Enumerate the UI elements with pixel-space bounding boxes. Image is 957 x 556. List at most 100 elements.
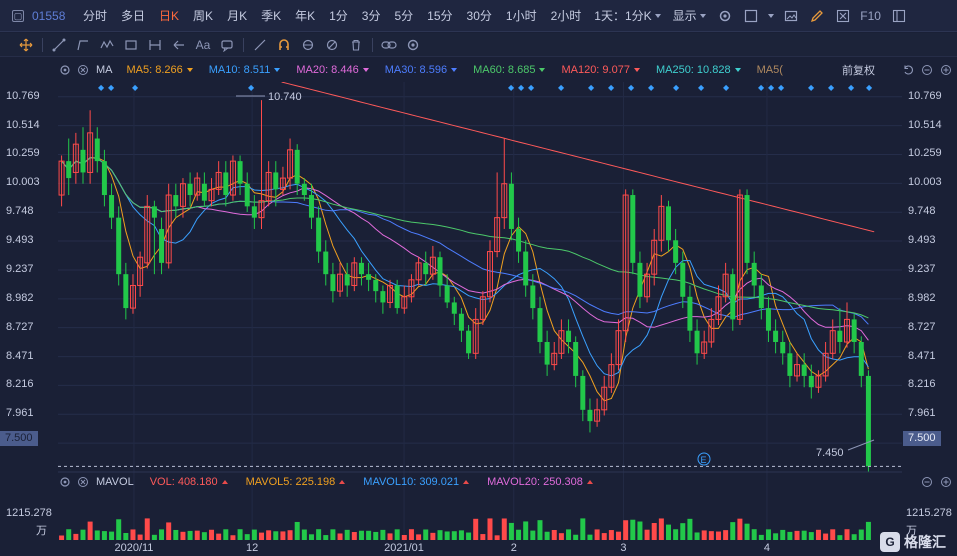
day-interval-dropdown[interactable]: 1天：1分K [588, 0, 666, 32]
tab-period-4[interactable]: 月K [220, 0, 254, 32]
chevron-down-icon[interactable] [764, 0, 778, 32]
candle-body [344, 274, 350, 286]
pencil-icon[interactable] [804, 0, 830, 32]
stock-code-field[interactable]: ▢ 01558 [8, 5, 76, 27]
ruler-icon[interactable] [248, 33, 272, 57]
settings-icon[interactable] [401, 33, 425, 57]
volume-bar [480, 534, 486, 540]
volume-bar [687, 518, 693, 540]
close-icon[interactable] [830, 0, 856, 32]
tab-period-11[interactable]: 30分 [460, 0, 499, 32]
sync-icon[interactable] [296, 33, 320, 57]
zoom-out-icon[interactable] [918, 60, 936, 80]
y-tick-label: 8.727 [6, 320, 34, 333]
volume-bar [273, 531, 279, 540]
chevron-down-icon [451, 68, 458, 73]
candle-body [223, 172, 229, 196]
display-dropdown[interactable]: 显示 [667, 0, 712, 32]
panel-icon[interactable] [886, 0, 912, 32]
volume-bar [544, 531, 550, 540]
tab-period-6[interactable]: 年K [288, 0, 322, 32]
candle-body [237, 161, 243, 184]
tab-period-13[interactable]: 2小时 [544, 0, 589, 32]
chevron-down-icon [274, 68, 281, 73]
arrow-left-icon[interactable] [167, 33, 191, 57]
settings-icon[interactable] [56, 60, 74, 80]
candle-body [380, 291, 386, 303]
f10-icon[interactable]: F10 [856, 0, 886, 32]
square-icon[interactable] [738, 0, 764, 32]
ma-legend-item[interactable]: MA30: 8.596 [384, 64, 458, 76]
event-marker: ◆ [588, 83, 595, 92]
settings-icon[interactable] [56, 472, 74, 492]
segment-icon[interactable] [71, 33, 95, 57]
volume-bar [566, 529, 572, 540]
event-marker: ◆ [98, 83, 105, 92]
tab-period-1[interactable]: 多日 [114, 0, 152, 32]
comment-icon[interactable] [215, 33, 239, 57]
volume-bar [159, 529, 165, 540]
close-icon[interactable] [74, 60, 92, 80]
ma-legend-item[interactable]: MA10: 8.511 [209, 64, 281, 76]
volume-bar [116, 519, 122, 540]
event-marker: ◆ [808, 83, 815, 92]
image-icon[interactable] [778, 0, 804, 32]
volume-bar [194, 530, 200, 540]
undo-icon[interactable] [899, 60, 917, 80]
volume-bar [294, 521, 300, 540]
rectangle-icon[interactable] [119, 33, 143, 57]
volume-bar [287, 530, 293, 540]
tab-period-10[interactable]: 15分 [420, 0, 459, 32]
zigzag-icon[interactable] [95, 33, 119, 57]
ma-legend-item[interactable]: MA5( [757, 64, 783, 76]
zoom-in-icon[interactable] [937, 60, 955, 80]
zoom-out-icon[interactable] [918, 472, 936, 492]
chevron-down-icon [362, 68, 369, 73]
volume-legend-item: MAVOL10: 309.021 [363, 476, 470, 488]
settings-icon[interactable] [712, 0, 738, 32]
volume-bar [401, 534, 407, 540]
tab-period-2[interactable]: 日K [152, 0, 186, 32]
x-tick-label: 2021/01 [384, 542, 424, 554]
candle-body [508, 183, 514, 229]
ma-legend-item[interactable]: MA60: 8.685 [473, 64, 546, 76]
volume-bar [644, 529, 650, 540]
ma-legend-label: MA250: 10.828 [655, 64, 731, 76]
trend-line-icon[interactable] [47, 33, 71, 57]
y-tick-label: 8.727 [908, 320, 936, 333]
range-icon[interactable] [143, 33, 167, 57]
y-tick-label: 9.748 [6, 205, 34, 218]
tab-period-9[interactable]: 5分 [387, 0, 420, 32]
tab-period-5[interactable]: 季K [254, 0, 288, 32]
ma-legend-item[interactable]: MA120: 9.077 [561, 64, 640, 76]
magnet-icon[interactable] [272, 33, 296, 57]
hide-icon[interactable] [320, 33, 344, 57]
ma-legend-item[interactable]: MA250: 10.828 [656, 64, 741, 76]
link-icon[interactable] [377, 33, 401, 57]
volume-bar [301, 529, 307, 540]
volume-bar [180, 531, 186, 540]
tab-period-0[interactable]: 分时 [76, 0, 114, 32]
tab-period-12[interactable]: 1小时 [499, 0, 544, 32]
move-icon[interactable] [14, 33, 38, 57]
ma-legend-label: MA30: 8.596 [384, 64, 448, 76]
volume-y-unit: 万 [36, 525, 47, 537]
adjust-mode[interactable]: 前复权 [838, 62, 879, 78]
candle-body [94, 138, 100, 162]
tab-period-3[interactable]: 周K [186, 0, 220, 32]
volume-bar [508, 522, 514, 540]
delete-icon[interactable] [344, 33, 368, 57]
ma-legend-item[interactable]: MA20: 8.446 [296, 64, 369, 76]
tab-period-7[interactable]: 1分 [322, 0, 355, 32]
tab-period-8[interactable]: 3分 [355, 0, 388, 32]
text-icon[interactable]: Aa [191, 33, 215, 57]
ma-legend-item[interactable]: MA5: 8.266 [127, 64, 193, 76]
volume-bar [487, 518, 493, 540]
candle-body [301, 183, 307, 196]
close-icon[interactable] [74, 472, 92, 492]
volume-bar [558, 533, 564, 540]
volume-bar [351, 532, 357, 540]
zoom-in-icon[interactable] [937, 472, 955, 492]
event-marker: ◆ [848, 83, 855, 92]
volume-bar [808, 532, 814, 540]
